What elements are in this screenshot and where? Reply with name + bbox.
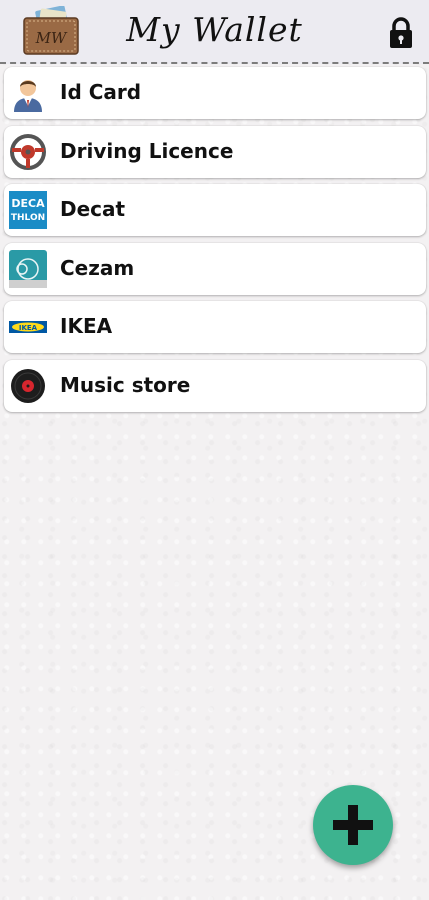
card-item-ikea[interactable]: IKEA IKEA	[4, 301, 426, 353]
steering-wheel-icon	[9, 133, 47, 171]
card-label: Music store	[60, 372, 191, 397]
card-label: Id Card	[60, 80, 142, 104]
plus-icon	[333, 805, 373, 845]
card-item-decat[interactable]: DECA THLON Decat	[4, 184, 426, 236]
ikea-logo-icon: IKEA	[9, 308, 47, 346]
add-card-button[interactable]	[313, 785, 393, 865]
card-label: Cezam	[60, 255, 135, 280]
card-item-music-store[interactable]: Music store	[4, 359, 426, 412]
vinyl-record-icon	[9, 367, 47, 405]
lock-icon[interactable]	[388, 17, 414, 49]
card-label: Driving Licence	[60, 138, 234, 163]
app-header: MW My Wallet	[0, 0, 429, 64]
app-title: My Wallet	[126, 10, 303, 49]
card-label: Decat	[60, 197, 126, 221]
card-item-driving-licence[interactable]: Driving Licence	[4, 125, 426, 178]
svg-text:DECA: DECA	[11, 197, 45, 210]
svg-text:IKEA: IKEA	[19, 324, 38, 332]
card-item-cezam[interactable]: Cezam	[4, 242, 426, 295]
card-list: Id Card Driving Licence DECA THLON Decat	[4, 67, 426, 418]
card-item-id-card[interactable]: Id Card	[4, 67, 426, 119]
cezam-logo-icon	[9, 249, 47, 288]
card-label: IKEA	[60, 314, 113, 338]
svg-text:THLON: THLON	[11, 213, 45, 223]
decathlon-logo-icon: DECA THLON	[9, 191, 47, 229]
person-icon	[9, 74, 47, 112]
